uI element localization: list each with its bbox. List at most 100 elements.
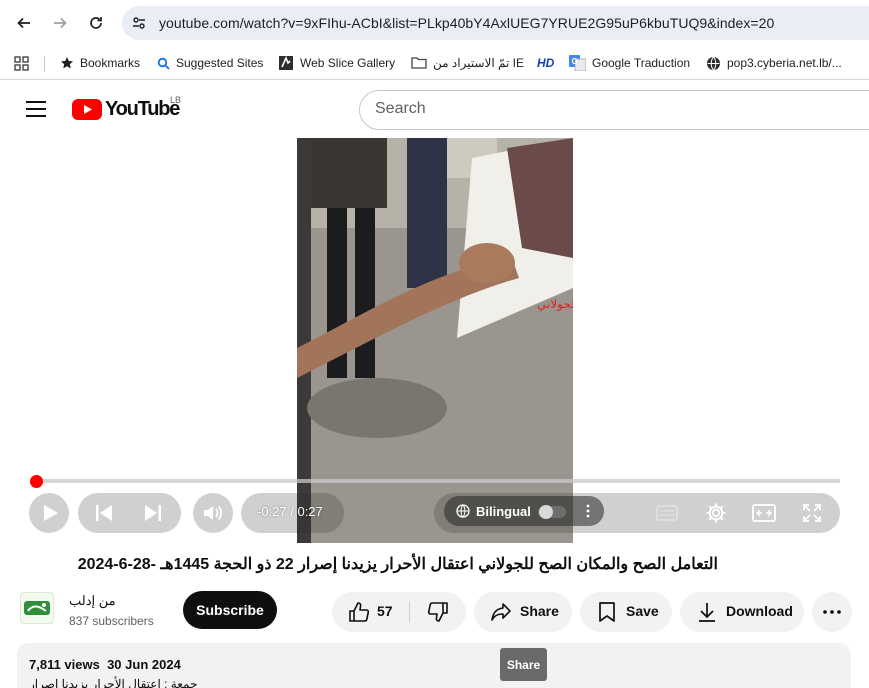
like-divider: [409, 601, 410, 623]
channel-name[interactable]: من إدلب: [69, 593, 116, 609]
bookmark-label: تمّ الاستيراد من IE: [433, 56, 525, 70]
description-snippet: جمعة : اعتقال الأحرار يزيدنا إصرار: [29, 677, 198, 688]
bookmark-web-slice-gallery[interactable]: Web Slice Gallery: [278, 52, 395, 74]
previous-icon: [96, 505, 112, 521]
save-label: Save: [626, 603, 659, 619]
gear-icon: [706, 503, 726, 523]
previous-button[interactable]: [92, 503, 116, 523]
share-label: Share: [520, 603, 559, 619]
sign-text: سقط الجولاني: [537, 297, 573, 312]
navigation-controls: [78, 493, 181, 533]
fullscreen-button[interactable]: [800, 501, 824, 525]
reload-icon: [90, 17, 102, 29]
bookmark-pop3-cyberia[interactable]: pop3.cyberia.net.lb/...: [706, 52, 842, 74]
bookmarks-divider: [44, 56, 45, 72]
svg-text:G: G: [572, 57, 578, 66]
bookmark-ie-imported[interactable]: تمّ الاستيراد من IE: [411, 52, 524, 74]
share-icon: [491, 603, 511, 621]
apps-button[interactable]: [9, 51, 33, 75]
translate-icon: G: [569, 55, 586, 71]
bookmark-save-icon: [599, 602, 615, 622]
site-settings-icon[interactable]: [131, 15, 147, 31]
subtitles-icon: [656, 505, 678, 521]
save-button[interactable]: Save: [580, 592, 672, 632]
more-vertical-icon[interactable]: [586, 504, 590, 518]
like-count: 57: [377, 603, 393, 619]
next-button[interactable]: [141, 503, 165, 523]
like-button[interactable]: [348, 601, 370, 623]
back-arrow-icon: [17, 17, 30, 29]
subscriber-count: 837 subscribers: [69, 614, 154, 628]
menu-icon[interactable]: [26, 101, 46, 117]
bookmark-label: Suggested Sites: [176, 56, 264, 70]
video-title: التعامل الصح والمكان الصح للجولاني اعتقا…: [77, 556, 718, 573]
bilingual-toggle[interactable]: [538, 505, 566, 519]
fullscreen-icon: [803, 504, 821, 522]
back-button[interactable]: [12, 11, 36, 35]
search-input[interactable]: [375, 100, 855, 118]
dislike-button[interactable]: [427, 601, 449, 623]
download-label: Download: [726, 603, 793, 619]
thumbs-up-icon: [349, 602, 370, 622]
bookmark-suggested-sites[interactable]: Suggested Sites: [157, 52, 263, 74]
video-player[interactable]: سقط الجولاني -0:27 / 0:27 Bilingual: [0, 138, 869, 543]
theater-mode-button[interactable]: [751, 501, 777, 525]
subtitles-button[interactable]: [655, 502, 679, 524]
url-text[interactable]: youtube.com/watch?v=9xFIhu-ACbI&list=PLk…: [159, 15, 774, 31]
download-button[interactable]: Download: [680, 592, 804, 632]
country-code: LB: [170, 95, 182, 105]
share-button[interactable]: Share: [474, 592, 572, 632]
youtube-logo[interactable]: YouTube: [72, 98, 180, 121]
folder-icon: [411, 57, 427, 69]
bookmark-hd[interactable]: HD: [537, 52, 554, 74]
hd-icon: HD: [537, 56, 555, 70]
subtitle-language-selector[interactable]: Bilingual: [444, 496, 604, 526]
progress-bar[interactable]: [36, 479, 840, 483]
thumbs-down-icon: [427, 602, 448, 622]
bookmark-label: pop3.cyberia.net.lb/...: [727, 56, 842, 70]
upload-date: 30 Jun 2024: [107, 657, 181, 672]
more-actions-button[interactable]: [812, 592, 852, 632]
reload-button[interactable]: [84, 11, 108, 35]
theater-mode-icon: [752, 504, 776, 522]
volume-button[interactable]: [193, 493, 233, 533]
globe-icon: [707, 56, 720, 70]
bookmark-bookmarks[interactable]: Bookmarks: [60, 52, 140, 74]
bookmark-google-traduction[interactable]: G Google Traduction: [569, 52, 690, 74]
channel-logo-icon: [24, 601, 50, 615]
avatar[interactable]: [20, 592, 54, 624]
description-box[interactable]: 7,811 views 30 Jun 2024 جمعة : اعتقال ال…: [17, 643, 851, 688]
apps-grid-icon: [13, 55, 29, 71]
bookmarks-bar: Bookmarks Suggested Sites Web Slice Gall…: [0, 46, 869, 80]
youtube-masthead: YouTube LB: [0, 81, 869, 137]
play-icon: [44, 505, 58, 521]
like-dislike-group: 57: [332, 592, 466, 632]
search-icon: [157, 57, 170, 70]
settings-button[interactable]: [703, 500, 729, 526]
subtitle-mode-label: Bilingual: [476, 504, 531, 519]
more-horizontal-icon: [823, 610, 841, 614]
view-stats: 7,811 views 30 Jun 2024: [29, 657, 181, 672]
translate-globe-icon: [456, 504, 470, 518]
logo-wordmark: YouTube: [105, 98, 180, 120]
play-button[interactable]: [29, 493, 69, 533]
time-display: -0:27 / 0:27: [257, 504, 323, 519]
progress-scrubber[interactable]: [30, 475, 43, 488]
bookmark-label: Bookmarks: [80, 56, 141, 70]
next-icon: [145, 505, 161, 521]
web-slice-icon: [279, 55, 293, 70]
browser-window: youtube.com/watch?v=9xFIhu-ACbI&list=PLk…: [0, 0, 869, 688]
volume-icon: [204, 505, 223, 521]
download-icon: [699, 603, 715, 622]
view-count: 7,811 views: [29, 657, 100, 672]
bookmark-label: Web Slice Gallery: [300, 56, 396, 70]
forward-button[interactable]: [48, 11, 72, 35]
address-bar[interactable]: youtube.com/watch?v=9xFIhu-ACbI&list=PLk…: [122, 6, 869, 40]
browser-toolbar: youtube.com/watch?v=9xFIhu-ACbI&list=PLk…: [0, 0, 869, 46]
star-icon: [61, 57, 73, 69]
subscribe-button[interactable]: Subscribe: [183, 591, 277, 629]
share-tooltip: Share: [500, 648, 547, 681]
search-box[interactable]: [359, 90, 869, 130]
youtube-play-logo-icon: [72, 99, 102, 120]
bookmark-label: Google Traduction: [592, 56, 691, 70]
